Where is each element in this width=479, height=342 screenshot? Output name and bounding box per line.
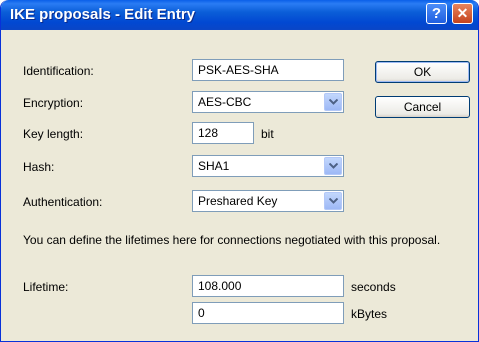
- key-length-unit: bit: [261, 127, 274, 141]
- encryption-value: AES-CBC: [198, 95, 252, 109]
- encryption-label: Encryption:: [23, 96, 84, 110]
- ok-button[interactable]: OK: [375, 61, 470, 83]
- close-button[interactable]: ✕: [452, 3, 473, 24]
- authentication-label: Authentication:: [23, 195, 103, 209]
- authentication-select[interactable]: Preshared Key: [192, 190, 344, 212]
- lifetime-label: Lifetime:: [23, 280, 69, 294]
- hash-value: SHA1: [198, 159, 230, 173]
- dialog-window: IKE proposals - Edit Entry ? ✕ Identific…: [0, 0, 479, 342]
- identification-label: Identification:: [23, 64, 94, 78]
- window-title: IKE proposals - Edit Entry: [10, 6, 196, 23]
- lifetime-kbytes-unit: kBytes: [351, 307, 388, 321]
- encryption-select[interactable]: AES-CBC: [192, 91, 344, 113]
- lifetime-seconds-input[interactable]: 108.000: [192, 275, 344, 297]
- cancel-button[interactable]: Cancel: [375, 96, 470, 118]
- chevron-down-icon[interactable]: [324, 157, 342, 175]
- hash-label: Hash:: [23, 160, 55, 174]
- lifetime-seconds-unit: seconds: [351, 280, 396, 294]
- identification-input[interactable]: PSK-AES-SHA: [192, 59, 344, 81]
- chevron-down-icon[interactable]: [324, 192, 342, 210]
- key-length-input[interactable]: 128: [192, 122, 254, 144]
- authentication-value: Preshared Key: [198, 194, 278, 208]
- chevron-down-icon[interactable]: [324, 93, 342, 111]
- hash-select[interactable]: SHA1: [192, 155, 344, 177]
- help-button[interactable]: ?: [426, 3, 447, 24]
- title-bar[interactable]: IKE proposals - Edit Entry ? ✕: [1, 0, 478, 30]
- lifetime-info-text: You can define the lifetimes here for co…: [23, 233, 441, 247]
- key-length-label: Key length:: [23, 127, 84, 141]
- lifetime-kbytes-input[interactable]: 0: [192, 302, 344, 324]
